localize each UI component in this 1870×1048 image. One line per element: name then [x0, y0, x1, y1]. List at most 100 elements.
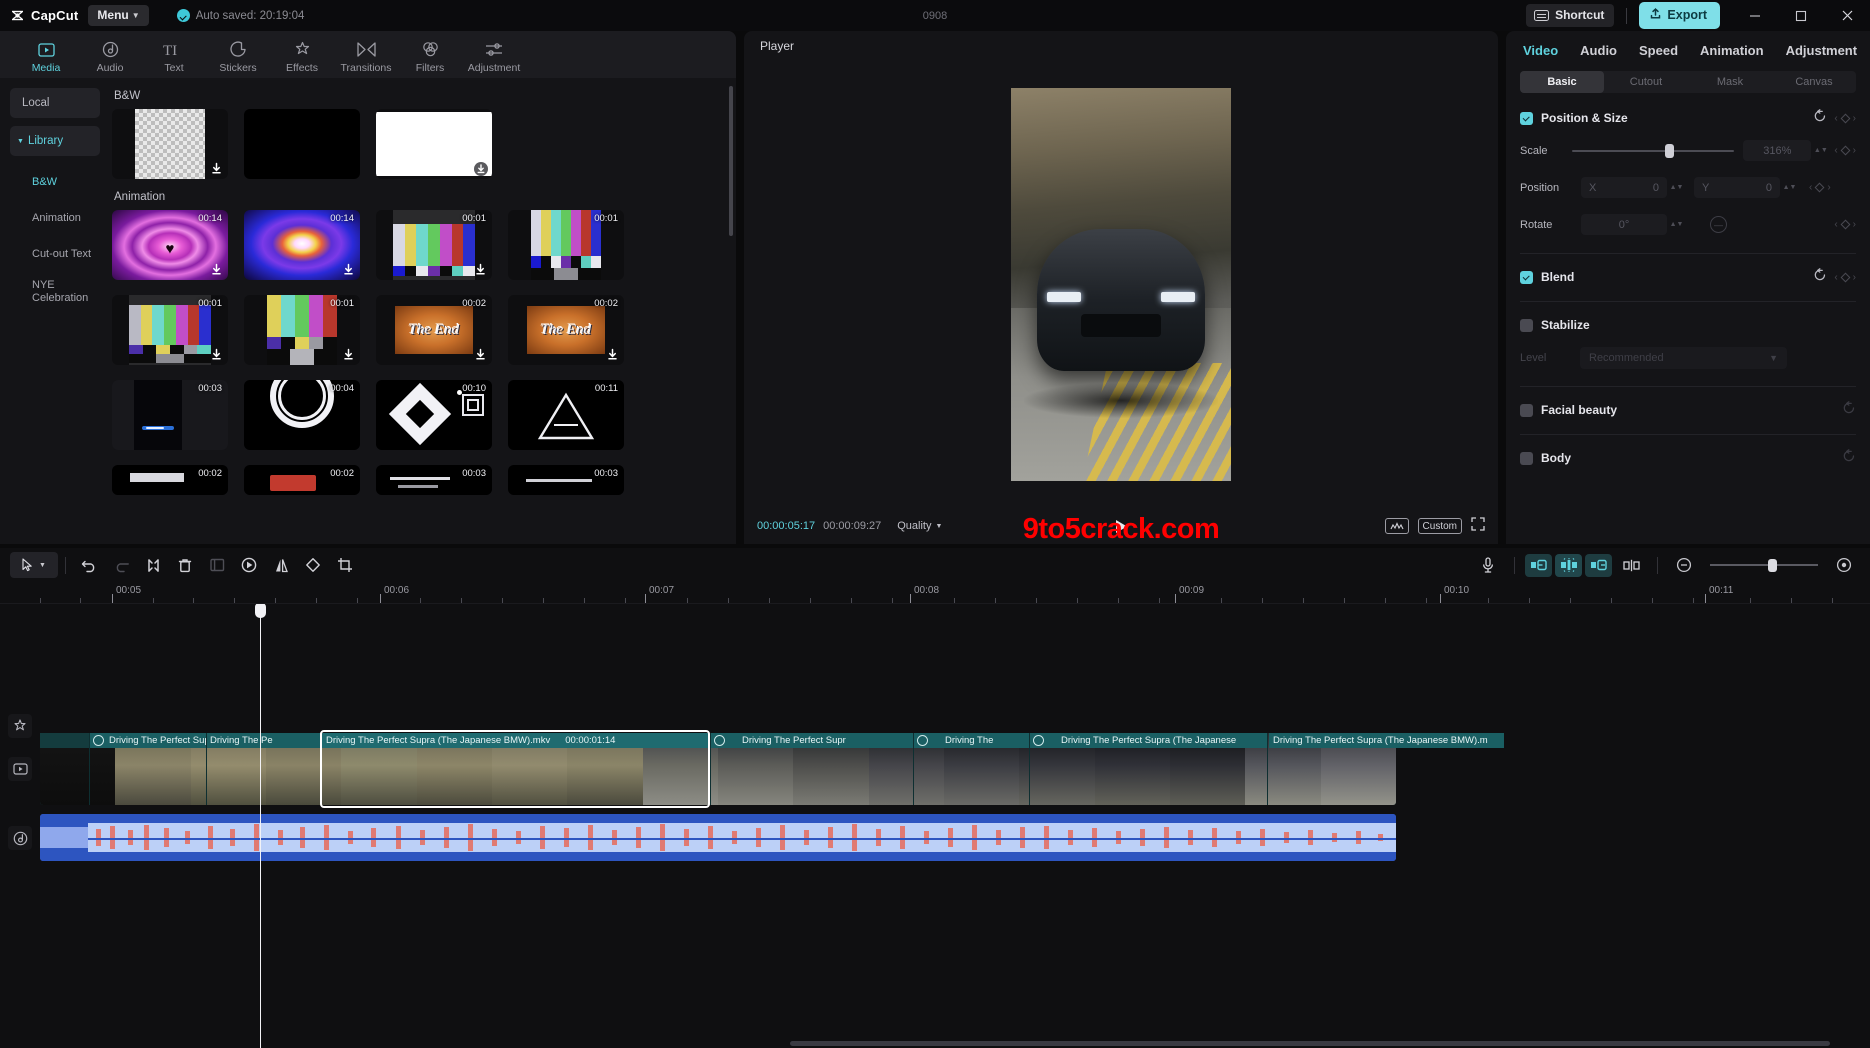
player-stage[interactable]	[744, 61, 1498, 508]
sidebar-item-bw[interactable]: B&W	[10, 164, 100, 200]
scope-button[interactable]	[1384, 518, 1409, 534]
tab-adjustment[interactable]: Adjustment	[1786, 43, 1858, 58]
rotate-dial[interactable]: —	[1710, 216, 1727, 233]
thumb-item[interactable]: 00:10	[376, 380, 492, 450]
reset-icon[interactable]	[1813, 108, 1827, 128]
thumb-item[interactable]: 00:02	[244, 465, 360, 495]
download-icon[interactable]	[210, 348, 223, 361]
maximize-button[interactable]	[1778, 0, 1824, 31]
minimize-button[interactable]	[1732, 0, 1778, 31]
tab-transitions[interactable]: Transitions	[334, 35, 398, 74]
clip-header[interactable]: Driving The Perfect Supra (The Japanese	[1057, 733, 1267, 748]
scale-slider[interactable]	[1572, 143, 1735, 158]
magnet-snap-button[interactable]	[1555, 553, 1582, 577]
body-checkbox[interactable]	[1520, 451, 1533, 465]
clip-header[interactable]	[710, 733, 738, 748]
menu-button[interactable]: Menu ▼	[88, 5, 149, 26]
reset-icon[interactable]	[1842, 448, 1856, 468]
thumb-item[interactable]	[244, 109, 360, 179]
effects-track-icon[interactable]	[8, 714, 32, 738]
position-y-stepper[interactable]: ▲▼	[1783, 184, 1797, 191]
aspect-ratio-button[interactable]: Custom	[1417, 518, 1462, 534]
sidebar-item-library[interactable]: ▼ Library	[10, 126, 100, 156]
keyframe-diamond-icon[interactable]	[1840, 219, 1851, 230]
timeline-ruler[interactable]: 00:05 00:06 00:07 00:08 00:09 00:10 00:1…	[0, 582, 1870, 604]
clip-header[interactable]: Driving The Perfect Supr	[738, 733, 913, 748]
rotate-stepper[interactable]: ▲▼	[1670, 221, 1684, 228]
timeline-horizontal-scrollbar[interactable]	[790, 1041, 1830, 1046]
download-icon[interactable]	[342, 348, 355, 361]
voiceover-button[interactable]	[1472, 552, 1504, 578]
keyframe-diamond-icon[interactable]	[1840, 145, 1851, 156]
close-button[interactable]	[1824, 0, 1870, 31]
adsorb-left-button[interactable]	[1525, 553, 1552, 577]
thumb-item[interactable]: 00:03	[508, 465, 624, 495]
clip-header[interactable]: Driving The Pe	[206, 733, 320, 748]
thumb-item[interactable]: 00:01	[244, 295, 360, 365]
thumb-item[interactable]: 00:14	[244, 210, 360, 280]
quality-dropdown[interactable]: Quality ▼	[897, 520, 942, 532]
download-icon[interactable]	[606, 348, 619, 361]
crop-button[interactable]	[329, 552, 361, 578]
tab-text[interactable]: TI Text	[142, 35, 206, 75]
audio-track-icon[interactable]	[8, 826, 32, 850]
delete-button[interactable]	[169, 552, 201, 578]
thumb-item[interactable]: 00:01	[376, 210, 492, 280]
shortcut-button[interactable]: Shortcut	[1526, 4, 1615, 27]
keyframe-nav[interactable]: ‹ ›	[1834, 113, 1856, 124]
slider-knob[interactable]	[1664, 143, 1674, 158]
download-icon[interactable]	[474, 162, 488, 176]
tab-media[interactable]: Media	[14, 35, 78, 74]
blend-checkbox[interactable]	[1520, 270, 1533, 284]
thumb-item[interactable]: 00:03	[376, 465, 492, 495]
rotate-field[interactable]: 0°	[1581, 214, 1667, 235]
tab-audio[interactable]: Audio	[1580, 43, 1617, 58]
thumb-item[interactable]	[376, 109, 492, 179]
tab-animation[interactable]: Animation	[1700, 43, 1764, 58]
slider-knob[interactable]	[1768, 558, 1778, 572]
keyframe-nav-position[interactable]: ‹ ›	[1809, 182, 1831, 193]
download-icon[interactable]	[210, 263, 223, 276]
clip-header[interactable]	[913, 733, 941, 748]
undo-button[interactable]	[73, 552, 105, 578]
split-button[interactable]	[137, 552, 169, 578]
clip-header[interactable]: Driving The	[941, 733, 1029, 748]
clip-header[interactable]: Driving The Perfect Supra (The Japanese …	[1269, 733, 1504, 748]
keyframe-diamond-icon[interactable]	[1840, 113, 1851, 123]
position-y-field[interactable]: Y 0	[1694, 177, 1780, 198]
tab-effects[interactable]: Effects	[270, 35, 334, 74]
split-clip-button[interactable]	[1615, 552, 1647, 578]
thumb-item[interactable]: The End 00:02	[508, 295, 624, 365]
playhead[interactable]	[255, 604, 266, 1048]
level-select[interactable]: Recommended ▼	[1580, 346, 1787, 369]
scale-stepper[interactable]: ▲▼	[1814, 147, 1828, 154]
download-icon[interactable]	[474, 348, 487, 361]
keyframe-diamond-icon[interactable]	[1840, 272, 1851, 282]
tab-video[interactable]: Video	[1523, 43, 1558, 58]
timeline-zoom-slider[interactable]	[1710, 558, 1818, 572]
facial-beauty-checkbox[interactable]	[1520, 403, 1533, 417]
sub-tab-basic[interactable]: Basic	[1520, 71, 1604, 93]
select-tool-button[interactable]: ▼	[10, 552, 58, 578]
download-icon[interactable]	[474, 263, 487, 276]
thumb-item[interactable]: 00:03	[112, 380, 228, 450]
download-icon[interactable]	[210, 162, 223, 175]
thumb-item[interactable]: The End 00:02	[376, 295, 492, 365]
sub-tab-cutout[interactable]: Cutout	[1604, 71, 1688, 93]
zoom-out-button[interactable]	[1668, 552, 1700, 578]
fullscreen-button[interactable]	[1471, 516, 1485, 536]
position-x-stepper[interactable]: ▲▼	[1670, 184, 1684, 191]
thumb-item[interactable]: 00:01	[508, 210, 624, 280]
timeline-tracks[interactable]: Driving The Perfect Supr Driving The Pe …	[0, 604, 1870, 1048]
position-x-field[interactable]: X 0	[1581, 177, 1667, 198]
clip-header-selected[interactable]: Driving The Perfect Supra (The Japanese …	[322, 733, 708, 748]
freeze-frame-button[interactable]	[233, 552, 265, 578]
position-size-checkbox[interactable]	[1520, 111, 1533, 125]
playhead-handle[interactable]	[255, 604, 266, 618]
rotate-button[interactable]	[297, 552, 329, 578]
tab-audio[interactable]: Audio	[78, 35, 142, 74]
video-track-icon[interactable]	[8, 757, 32, 781]
stabilize-checkbox[interactable]	[1520, 318, 1533, 332]
keyframe-nav-scale[interactable]: ‹ ›	[1834, 145, 1856, 156]
media-grid[interactable]: B&W Animation ♥ 00:14 00:14 00:01 00:01 …	[100, 78, 736, 544]
